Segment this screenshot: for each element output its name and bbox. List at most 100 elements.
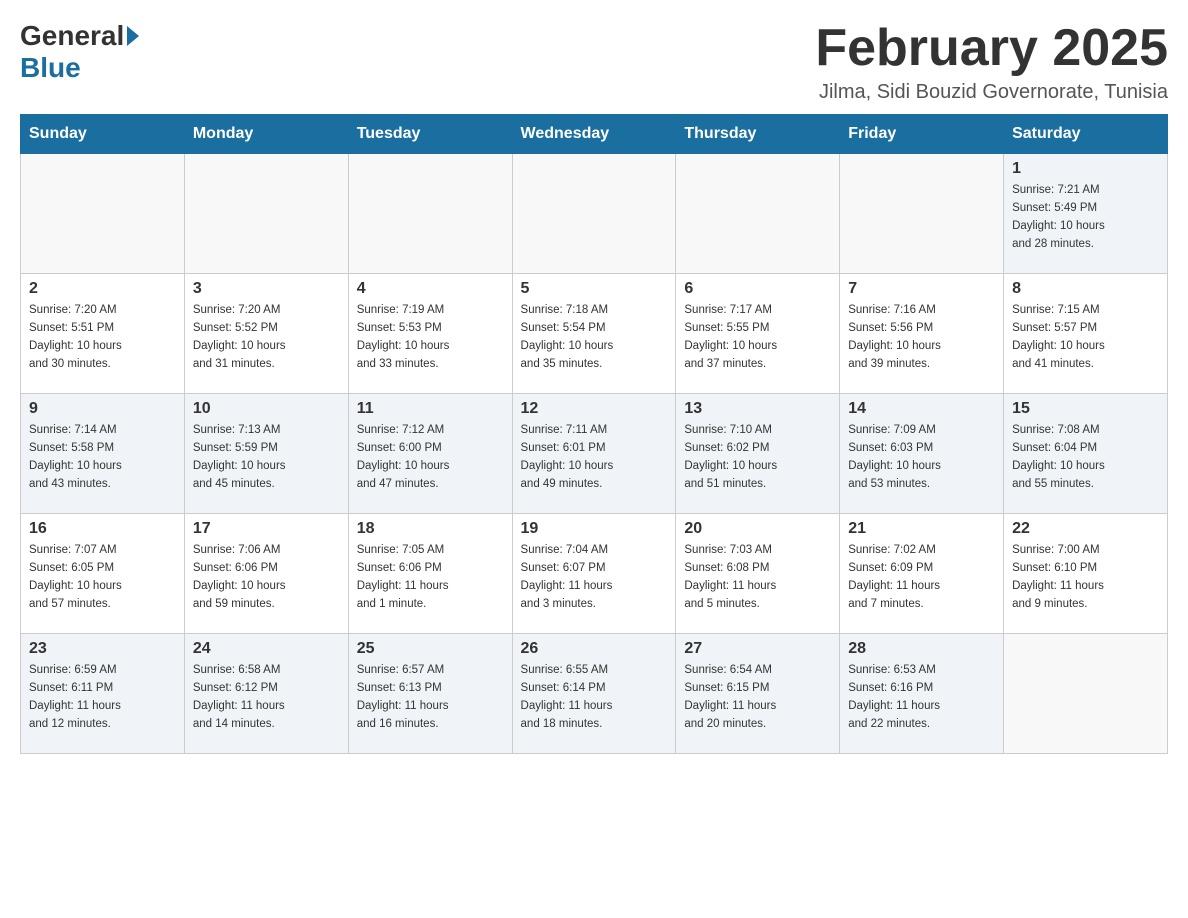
calendar-cell: 23Sunrise: 6:59 AM Sunset: 6:11 PM Dayli… [21, 634, 185, 754]
logo-text: General [20, 20, 139, 52]
calendar-cell [1004, 634, 1168, 754]
calendar-cell [676, 154, 840, 274]
day-number: 27 [684, 640, 831, 658]
calendar-cell: 14 Sunrise: 7:09 AM Sunset: 6:03 PM Dayli… [840, 394, 1004, 514]
calendar-cell: 11 Sunrise: 7:12 AM Sunset: 6:00 PM Dayli… [348, 394, 512, 514]
day-number: 24 [193, 640, 340, 658]
day-info: Sunrise: 7:08 AM Sunset: 6:04 PM Dayligh… [1012, 422, 1159, 493]
day-info: Sunrise: 7:20 AM Sunset: 5:51 PM Dayligh… [29, 302, 176, 373]
day-info: Sunrise: 7:03 AM Sunset: 6:08 PM Dayligh… [684, 542, 831, 613]
logo-general: General [20, 20, 124, 52]
day-info: Sunrise: 6:54 AM Sunset: 6:15 PM Dayligh… [684, 662, 831, 733]
day-info: Sunrise: 6:58 AM Sunset: 6:12 PM Dayligh… [193, 662, 340, 733]
calendar-cell: 3Sunrise: 7:20 AM Sunset: 5:52 PM Daylig… [184, 274, 348, 394]
day-info: Sunrise: 7:09 AM Sunset: 6:03 PM Dayligh… [848, 422, 995, 493]
calendar-cell: 20 Sunrise: 7:03 AM Sunset: 6:08 PM Dayli… [676, 514, 840, 634]
day-number: 2 [29, 280, 176, 298]
day-info: Sunrise: 6:57 AM Sunset: 6:13 PM Dayligh… [357, 662, 504, 733]
calendar-cell: 18 Sunrise: 7:05 AM Sunset: 6:06 PM Dayli… [348, 514, 512, 634]
calendar-cell: 21 Sunrise: 7:02 AM Sunset: 6:09 PM Dayli… [840, 514, 1004, 634]
day-info: Sunrise: 7:06 AM Sunset: 6:06 PM Dayligh… [193, 542, 340, 613]
calendar-table: SundayMondayTuesdayWednesdayThursdayFrid… [20, 114, 1168, 754]
day-info: Sunrise: 7:10 AM Sunset: 6:02 PM Dayligh… [684, 422, 831, 493]
day-number: 11 [357, 400, 504, 418]
calendar-cell: 25 Sunrise: 6:57 AM Sunset: 6:13 PM Dayli… [348, 634, 512, 754]
calendar-cell: 13Sunrise: 7:10 AM Sunset: 6:02 PM Dayli… [676, 394, 840, 514]
week-row-3: 9 Sunrise: 7:14 AM Sunset: 5:58 PM Daylig… [21, 394, 1168, 514]
day-number: 1 [1012, 160, 1159, 178]
calendar-cell: 24 Sunrise: 6:58 AM Sunset: 6:12 PM Dayli… [184, 634, 348, 754]
day-info: Sunrise: 7:14 AM Sunset: 5:58 PM Dayligh… [29, 422, 176, 493]
day-header-wednesday: Wednesday [512, 115, 676, 154]
day-number: 4 [357, 280, 504, 298]
day-info: Sunrise: 7:16 AM Sunset: 5:56 PM Dayligh… [848, 302, 995, 373]
day-info: Sunrise: 7:13 AM Sunset: 5:59 PM Dayligh… [193, 422, 340, 493]
day-info: Sunrise: 7:02 AM Sunset: 6:09 PM Dayligh… [848, 542, 995, 613]
day-header-tuesday: Tuesday [348, 115, 512, 154]
header-row: SundayMondayTuesdayWednesdayThursdayFrid… [21, 115, 1168, 154]
day-info: Sunrise: 7:11 AM Sunset: 6:01 PM Dayligh… [521, 422, 668, 493]
day-info: Sunrise: 7:04 AM Sunset: 6:07 PM Dayligh… [521, 542, 668, 613]
day-number: 3 [193, 280, 340, 298]
week-row-1: 1 Sunrise: 7:21 AM Sunset: 5:49 PM Daylig… [21, 154, 1168, 274]
week-row-5: 23Sunrise: 6:59 AM Sunset: 6:11 PM Dayli… [21, 634, 1168, 754]
day-header-thursday: Thursday [676, 115, 840, 154]
day-info: Sunrise: 7:12 AM Sunset: 6:00 PM Dayligh… [357, 422, 504, 493]
calendar-cell: 7Sunrise: 7:16 AM Sunset: 5:56 PM Daylig… [840, 274, 1004, 394]
day-number: 28 [848, 640, 995, 658]
day-info: Sunrise: 7:19 AM Sunset: 5:53 PM Dayligh… [357, 302, 504, 373]
day-header-saturday: Saturday [1004, 115, 1168, 154]
calendar-cell: 5Sunrise: 7:18 AM Sunset: 5:54 PM Daylig… [512, 274, 676, 394]
day-number: 18 [357, 520, 504, 538]
calendar-body: 1 Sunrise: 7:21 AM Sunset: 5:49 PM Daylig… [21, 154, 1168, 754]
day-number: 21 [848, 520, 995, 538]
day-info: Sunrise: 6:59 AM Sunset: 6:11 PM Dayligh… [29, 662, 176, 733]
calendar-cell: 15Sunrise: 7:08 AM Sunset: 6:04 PM Dayli… [1004, 394, 1168, 514]
day-info: Sunrise: 7:21 AM Sunset: 5:49 PM Dayligh… [1012, 182, 1159, 253]
calendar-cell: 1 Sunrise: 7:21 AM Sunset: 5:49 PM Daylig… [1004, 154, 1168, 274]
calendar-cell: 4 Sunrise: 7:19 AM Sunset: 5:53 PM Daylig… [348, 274, 512, 394]
week-row-2: 2 Sunrise: 7:20 AM Sunset: 5:51 PM Daylig… [21, 274, 1168, 394]
calendar-cell: 26 Sunrise: 6:55 AM Sunset: 6:14 PM Dayli… [512, 634, 676, 754]
day-info: Sunrise: 7:15 AM Sunset: 5:57 PM Dayligh… [1012, 302, 1159, 373]
day-number: 12 [521, 400, 668, 418]
calendar-cell: 10 Sunrise: 7:13 AM Sunset: 5:59 PM Dayli… [184, 394, 348, 514]
day-number: 22 [1012, 520, 1159, 538]
calendar-cell: 27 Sunrise: 6:54 AM Sunset: 6:15 PM Dayli… [676, 634, 840, 754]
day-info: Sunrise: 7:07 AM Sunset: 6:05 PM Dayligh… [29, 542, 176, 613]
day-number: 8 [1012, 280, 1159, 298]
calendar-cell [21, 154, 185, 274]
day-info: Sunrise: 7:05 AM Sunset: 6:06 PM Dayligh… [357, 542, 504, 613]
logo: General Blue [20, 20, 139, 84]
day-number: 9 [29, 400, 176, 418]
calendar-cell: 17Sunrise: 7:06 AM Sunset: 6:06 PM Dayli… [184, 514, 348, 634]
calendar-cell: 6 Sunrise: 7:17 AM Sunset: 5:55 PM Daylig… [676, 274, 840, 394]
day-number: 20 [684, 520, 831, 538]
day-number: 25 [357, 640, 504, 658]
page-header: General Blue February 2025 Jilma, Sidi B… [20, 20, 1168, 104]
calendar-cell: 19 Sunrise: 7:04 AM Sunset: 6:07 PM Dayli… [512, 514, 676, 634]
calendar-title: February 2025 [815, 20, 1168, 77]
day-number: 26 [521, 640, 668, 658]
day-number: 6 [684, 280, 831, 298]
calendar-cell: 12 Sunrise: 7:11 AM Sunset: 6:01 PM Dayli… [512, 394, 676, 514]
day-info: Sunrise: 6:53 AM Sunset: 6:16 PM Dayligh… [848, 662, 995, 733]
day-number: 10 [193, 400, 340, 418]
calendar-cell [184, 154, 348, 274]
day-number: 19 [521, 520, 668, 538]
day-header-sunday: Sunday [21, 115, 185, 154]
day-info: Sunrise: 7:00 AM Sunset: 6:10 PM Dayligh… [1012, 542, 1159, 613]
calendar-subtitle: Jilma, Sidi Bouzid Governorate, Tunisia [815, 81, 1168, 104]
calendar-cell: 9 Sunrise: 7:14 AM Sunset: 5:58 PM Daylig… [21, 394, 185, 514]
day-number: 14 [848, 400, 995, 418]
logo-arrow-icon [127, 26, 139, 46]
calendar-cell [840, 154, 1004, 274]
day-header-monday: Monday [184, 115, 348, 154]
day-info: Sunrise: 7:17 AM Sunset: 5:55 PM Dayligh… [684, 302, 831, 373]
week-row-4: 16Sunrise: 7:07 AM Sunset: 6:05 PM Dayli… [21, 514, 1168, 634]
day-info: Sunrise: 6:55 AM Sunset: 6:14 PM Dayligh… [521, 662, 668, 733]
calendar-cell: 16Sunrise: 7:07 AM Sunset: 6:05 PM Dayli… [21, 514, 185, 634]
day-number: 5 [521, 280, 668, 298]
calendar-cell: 8 Sunrise: 7:15 AM Sunset: 5:57 PM Daylig… [1004, 274, 1168, 394]
calendar-cell: 2 Sunrise: 7:20 AM Sunset: 5:51 PM Daylig… [21, 274, 185, 394]
